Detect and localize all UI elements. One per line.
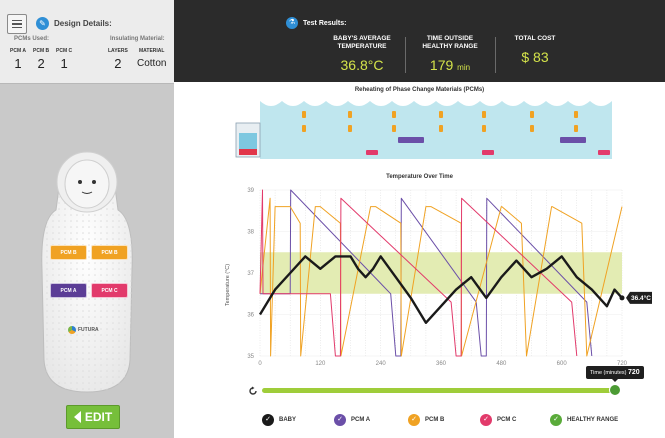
- bag-chip-pcm-c: PCM C: [91, 283, 128, 298]
- reheating-visual: [235, 95, 612, 159]
- bag-chip-pcm-a: PCM A: [50, 283, 87, 298]
- stat-total-cost: TOTAL COST $ 83: [514, 35, 556, 65]
- healthy-range-area: [260, 252, 622, 294]
- time-slider-handle[interactable]: [609, 384, 621, 396]
- y-tick-label: 37: [247, 271, 254, 277]
- reheating-pcm-c: [482, 150, 494, 155]
- reheating-pcm-b: [348, 125, 352, 132]
- pcm-c-count: PCM C 1: [56, 48, 73, 71]
- time-slider-track[interactable]: [262, 388, 614, 393]
- legend-item-pcm-a[interactable]: ✓ PCM A: [334, 414, 370, 426]
- reheating-pcm-b: [482, 111, 486, 118]
- pcm-b-count: PCM B 2: [33, 48, 50, 71]
- y-tick-label: 38: [247, 230, 254, 236]
- x-tick-label: 120: [315, 361, 326, 367]
- reheating-pcm-b: [392, 125, 396, 132]
- reheating-pcm-b: [482, 125, 486, 132]
- reheating-pcm-b: [530, 125, 534, 132]
- reheating-pcm-b: [392, 111, 396, 118]
- water-bath: [260, 101, 612, 159]
- replay-icon[interactable]: [248, 386, 258, 396]
- reheating-pcm-b: [439, 111, 443, 118]
- check-icon: ✓: [408, 414, 420, 426]
- legend-item-pcm-b[interactable]: ✓ PCM B: [408, 414, 444, 426]
- bag-chip-pcm-b-1: PCM B: [50, 245, 87, 260]
- stat-average-temperature: BABY'S AVERAGE TEMPERATURE 36.8°C: [333, 35, 391, 73]
- temperature-chart: 35363738390 120 240 360 480 600 720 36.4°C: [247, 188, 652, 367]
- time-tooltip: Time (minutes) 720: [586, 366, 644, 382]
- reheating-pcm-b: [530, 111, 534, 118]
- y-tick-label: 35: [247, 354, 254, 360]
- design-title-text: Design Details:: [54, 19, 112, 28]
- reheating-pcm-b: [302, 111, 306, 118]
- edit-pencil-icon: ✎: [36, 17, 49, 30]
- test-results-title: ⚗ Test Results:: [286, 17, 346, 29]
- check-icon: ✓: [262, 414, 274, 426]
- x-tick-label: 480: [496, 361, 507, 367]
- current-value-marker: [619, 295, 625, 301]
- healthy-range-band: [260, 252, 622, 294]
- reheating-title: Reheating of Phase Change Materials (PCM…: [354, 87, 485, 93]
- current-value-label: 36.4°C: [631, 294, 651, 302]
- chart-title: Temperature Over Time: [386, 174, 453, 180]
- x-tick-label: 240: [376, 361, 387, 367]
- legend-item-baby[interactable]: ✓ BABY: [262, 414, 296, 426]
- pcm-a-count: PCM A 1: [10, 48, 26, 71]
- x-tick-label: 600: [557, 361, 568, 367]
- x-tick-label: 0: [258, 361, 262, 367]
- stat-divider: [405, 37, 406, 73]
- insulating-material-label: Insulating Material:: [110, 36, 165, 42]
- futura-logo: FUTURA: [68, 326, 99, 334]
- simulation-screen: ✎ Design Details: PCMs Used: Insulating …: [0, 0, 665, 438]
- design-details-panel: ✎ Design Details: PCMs Used: Insulating …: [0, 0, 174, 84]
- baby-warmer-bag: PCM B PCM B PCM A PCM C FUTURA: [38, 140, 136, 394]
- menu-button[interactable]: [7, 14, 27, 34]
- reheating-pcm-c: [598, 150, 610, 155]
- y-tick-label: 36: [247, 313, 254, 319]
- chart-legend: ✓ BABY ✓ PCM A ✓ PCM B ✓ PCM C ✓ HEALTHY…: [262, 414, 642, 428]
- heater-machine: [235, 122, 261, 158]
- stat-time-outside-range: TIME OUTSIDE HEALTHY RANGE 179 min: [422, 35, 478, 73]
- stat-divider: [495, 37, 496, 73]
- layers-count: LAYERS 2: [108, 48, 128, 71]
- left-panel: ✎ Design Details: PCMs Used: Insulating …: [0, 0, 174, 438]
- test-results-bar: ⚗ Test Results: BABY'S AVERAGE TEMPERATU…: [174, 0, 665, 82]
- edit-button[interactable]: EDIT: [66, 405, 120, 429]
- x-tick-label: 360: [436, 361, 447, 367]
- current-value-callout: 36.4°C: [619, 291, 652, 304]
- reheating-pcm-b: [574, 125, 578, 132]
- y-tick-label: 39: [247, 188, 254, 194]
- material-value: MATERIAL Cotton: [137, 48, 167, 69]
- check-icon: ✓: [480, 414, 492, 426]
- bag-chip-pcm-b-2: PCM B: [91, 245, 128, 260]
- menu-icon: [12, 19, 22, 22]
- design-details-title: ✎ Design Details:: [36, 17, 112, 30]
- bag-illustration: [41, 151, 133, 393]
- reheating-pcm-b: [302, 125, 306, 132]
- check-icon: ✓: [550, 414, 562, 426]
- futura-logo-icon: [68, 326, 76, 334]
- back-arrow-icon: [73, 411, 81, 423]
- reheating-pcm-b: [439, 125, 443, 132]
- reheating-pcm-b: [574, 111, 578, 118]
- reheating-pcm-b: [348, 111, 352, 118]
- legend-item-healthy-range[interactable]: ✓ HEALTHY RANGE: [550, 414, 618, 426]
- legend-item-pcm-c[interactable]: ✓ PCM C: [480, 414, 516, 426]
- flask-icon: ⚗: [286, 17, 298, 29]
- reheating-pcm-a: [560, 137, 586, 143]
- pcms-used-label: PCMs Used:: [14, 36, 50, 42]
- check-icon: ✓: [334, 414, 346, 426]
- reheating-pcm-c: [366, 150, 378, 155]
- reheating-pcm-a: [398, 137, 424, 143]
